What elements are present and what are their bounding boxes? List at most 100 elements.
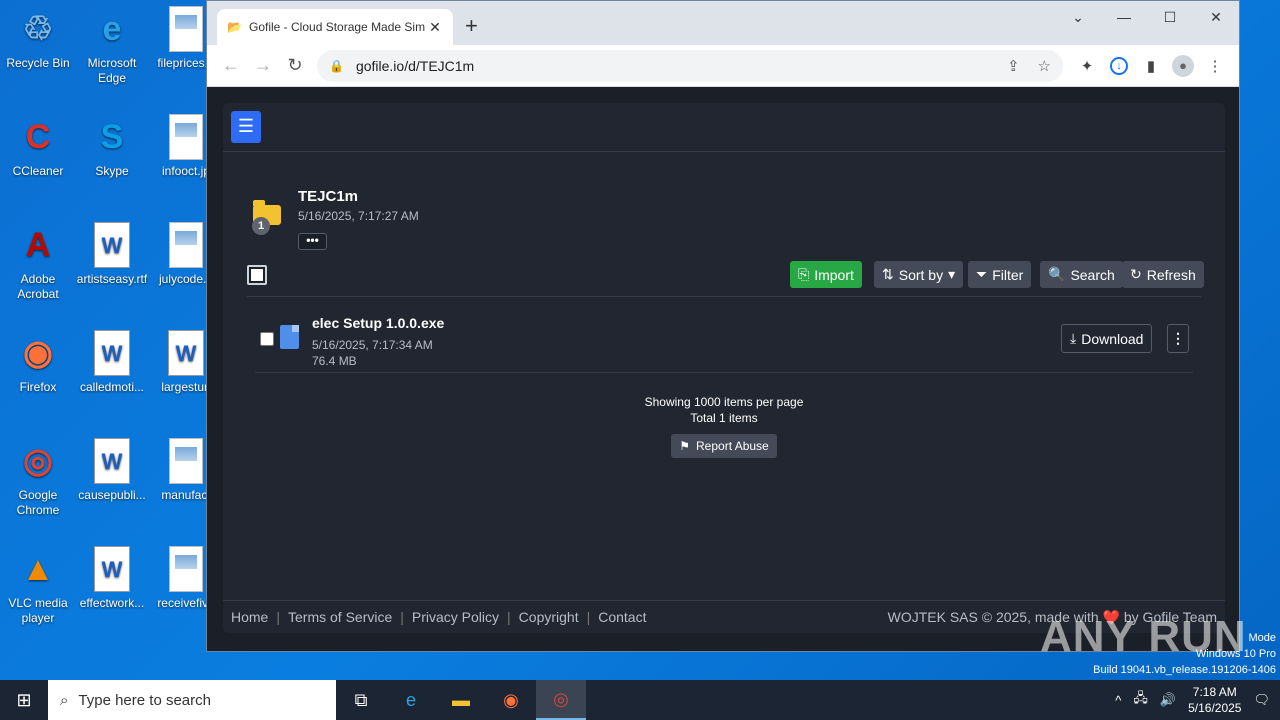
desktop-icon[interactable]: ▲ VLC media player [0, 546, 76, 626]
volume-icon[interactable]: 🔊 [1160, 692, 1176, 708]
flag-icon: ⚑ [679, 439, 691, 453]
content-card: ☰ 1 TEJC1m 5/16/2025, 7:17:27 AM ••• ⎘ I… [223, 103, 1225, 633]
import-button[interactable]: ⎘ Import [790, 261, 862, 288]
import-icon: ⎘ [798, 266, 810, 282]
desktop-icon-image: W [94, 438, 130, 484]
separator: | [507, 609, 511, 625]
close-window-button[interactable]: ✕ [1193, 1, 1239, 33]
desktop-icon-image: ♲ [22, 9, 54, 48]
divider [255, 372, 1193, 373]
footer-link-copyright[interactable]: Copyright [519, 609, 579, 625]
desktop-icon-image: C [25, 117, 51, 156]
show-hidden-icons-icon[interactable]: ^ [1115, 693, 1121, 708]
desktop-icon[interactable]: e Microsoft Edge [74, 6, 150, 86]
hamburger-menu-button[interactable]: ☰ [231, 111, 261, 143]
folder-date: 5/16/2025, 7:17:27 AM [298, 209, 419, 223]
desktop-icon[interactable]: Wartistseasy.rtf [74, 222, 150, 287]
file-name[interactable]: elec Setup 1.0.0.exe [312, 315, 444, 331]
firefox-taskbar-icon[interactable]: ◉ [486, 680, 536, 720]
file-icon [280, 325, 299, 349]
clock[interactable]: 7:18 AM 5/16/2025 [1188, 684, 1241, 716]
taskbar-search[interactable]: ⌕ Type here to search [48, 680, 336, 720]
back-button[interactable]: ← [215, 55, 247, 76]
desktop-icon[interactable]: Wcausepubli... [74, 438, 150, 503]
chrome-menu-icon[interactable]: ⋮ [1199, 57, 1231, 75]
desktop-icon[interactable]: ♲ Recycle Bin [0, 6, 76, 71]
folder-favicon-icon: 📂 [227, 20, 242, 34]
file-meta: 5/16/2025, 7:17:34 AM 76.4 MB [312, 337, 433, 369]
download-button[interactable]: ⤓ Download [1061, 324, 1153, 353]
watermark-edition: Windows 10 Pro [1195, 648, 1276, 660]
new-tab-button[interactable]: + [465, 13, 478, 39]
file-explorer-icon[interactable]: ▬ [436, 680, 486, 720]
download-icon[interactable]: ↓ [1103, 56, 1135, 75]
footer-link-privacy[interactable]: Privacy Policy [412, 609, 499, 625]
desktop-icon-image: e [102, 9, 122, 48]
desktop-icon-image: W [168, 330, 204, 376]
close-tab-icon[interactable]: ✕ [427, 19, 443, 36]
desktop-icon[interactable]: ◉ Firefox [0, 330, 76, 395]
browser-tab[interactable]: 📂 Gofile - Cloud Storage Made Sim ✕ [217, 9, 453, 45]
maximize-button[interactable]: ☐ [1147, 1, 1193, 33]
footer-link-terms[interactable]: Terms of Service [288, 609, 392, 625]
sort-label: Sort by [898, 266, 944, 283]
address-toolbar: ← → ↻ 🔒 gofile.io/d/TEJC1m ⇪ ☆ ✦ ↓ ▮ ● ⋮ [207, 45, 1239, 87]
start-button[interactable]: ⊞ [0, 680, 48, 720]
desktop-icon[interactable]: S Skype [74, 114, 150, 179]
network-icon[interactable]: 🖧 [1133, 689, 1148, 711]
desktop-icon-label: causepubli... [78, 488, 146, 502]
file-options-button[interactable]: ⋮ [1167, 324, 1189, 353]
file-checkbox[interactable] [260, 332, 274, 346]
search-button[interactable]: 🔍 Search [1040, 261, 1123, 288]
footer-link-home[interactable]: Home [231, 609, 268, 625]
search-placeholder: Type here to search [78, 691, 211, 709]
desktop-icon-image [169, 6, 203, 52]
url-text[interactable]: gofile.io/d/TEJC1m [356, 58, 989, 74]
lock-icon[interactable]: 🔒 [329, 59, 344, 73]
extensions-icon[interactable]: ✦ [1071, 57, 1103, 75]
notifications-icon[interactable]: 🗨 [1253, 692, 1270, 708]
filter-label: Filter [992, 266, 1024, 283]
desktop-icon[interactable]: C CCleaner [0, 114, 76, 179]
select-all-checkbox[interactable] [247, 265, 267, 285]
sort-by-button[interactable]: ⇅ Sort by ▾ [874, 261, 964, 288]
desktop-icon-image [169, 438, 203, 484]
desktop-icon-label: Adobe Acrobat [17, 272, 59, 301]
search-label: Search [1070, 266, 1115, 283]
desktop-icon[interactable]: Wcalledmoti... [74, 330, 150, 395]
side-panel-icon[interactable]: ▮ [1135, 57, 1167, 75]
forward-button[interactable]: → [247, 55, 279, 76]
minimize-button[interactable]: — [1101, 1, 1147, 33]
address-bar[interactable]: 🔒 gofile.io/d/TEJC1m ⇪ ☆ [317, 49, 1063, 82]
search-icon: ⌕ [60, 691, 69, 709]
desktop-icon-image: W [94, 222, 130, 268]
chrome-window: 📂 Gofile - Cloud Storage Made Sim ✕ + ⌄ … [206, 0, 1240, 652]
refresh-button[interactable]: ↻ Refresh [1122, 261, 1204, 288]
desktop-icon[interactable]: A Adobe Acrobat [0, 222, 76, 302]
footer-link-contact[interactable]: Contact [598, 609, 646, 625]
divider [223, 151, 1225, 152]
filter-button[interactable]: ⏷ Filter [968, 261, 1032, 288]
chrome-taskbar-icon[interactable]: ◎ [536, 680, 586, 720]
share-icon[interactable]: ⇪ [1007, 57, 1020, 75]
tab-title: Gofile - Cloud Storage Made Sim [249, 20, 426, 34]
desktop-icon-image: W [94, 546, 130, 592]
desktop-icon[interactable]: ◎ Google Chrome [0, 438, 76, 518]
desktop-icon-label: Firefox [19, 380, 57, 394]
search-icon: 🔍 [1048, 266, 1066, 282]
desktop-icon-image: ▲ [21, 549, 55, 588]
bookmark-star-icon[interactable]: ☆ [1038, 57, 1051, 75]
profile-avatar[interactable]: ● [1167, 54, 1199, 77]
folder-more-button[interactable]: ••• [298, 233, 327, 250]
gofile-page: ☰ 1 TEJC1m 5/16/2025, 7:17:27 AM ••• ⎘ I… [207, 87, 1239, 651]
desktop-icon-label: artistseasy.rtf [76, 272, 148, 286]
tab-search-icon[interactable]: ⌄ [1055, 1, 1101, 33]
desktop-icon[interactable]: Weffectwork... [74, 546, 150, 611]
reload-button[interactable]: ↻ [279, 55, 311, 76]
desktop-icon-label: Google Chrome [16, 488, 60, 517]
task-view-icon[interactable]: ⧉ [336, 680, 386, 720]
watermark-build: Build 19041.vb_release.191206-1406 [1093, 664, 1276, 676]
filter-icon: ⏷ [976, 266, 988, 282]
edge-taskbar-icon[interactable]: e [386, 680, 436, 720]
report-abuse-button[interactable]: ⚑ Report Abuse [671, 434, 777, 458]
